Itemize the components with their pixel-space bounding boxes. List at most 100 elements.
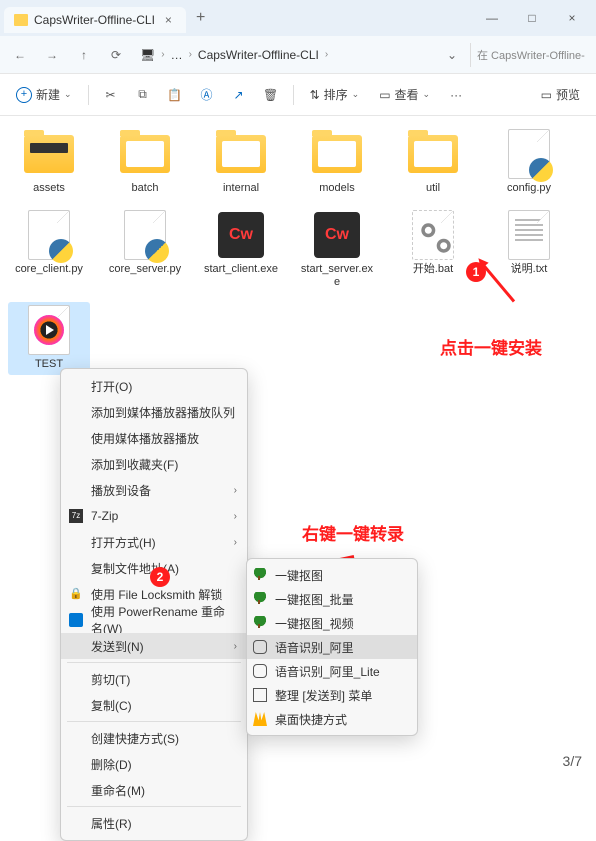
context-menu-item[interactable]: 创建快捷方式(S) <box>61 725 247 751</box>
context-menu-item[interactable]: 重命名(M) <box>61 777 247 803</box>
more-button[interactable]: ··· <box>442 84 470 106</box>
view-button[interactable]: ▭ 查看 ⌄ <box>371 82 438 107</box>
file-item[interactable]: 说明.txt <box>488 207 570 293</box>
breadcrumb-more[interactable]: … <box>171 48 183 62</box>
submenu-item[interactable]: 一键抠图_批量 <box>247 587 417 611</box>
preview-label: 预览 <box>556 86 580 103</box>
menu-label: 创建快捷方式(S) <box>91 730 179 747</box>
forward-button[interactable]: → <box>38 41 66 69</box>
chevron-right-icon: › <box>234 537 237 548</box>
navigation-bar: ← → ↑ ⟳ 🖥 › … › CapsWriter-Offline-CLI ›… <box>0 36 596 74</box>
preview-button[interactable]: ▭ 预览 <box>533 82 588 107</box>
file-icon <box>117 130 173 178</box>
window-tab[interactable]: CapsWriter-Offline-CLI × <box>4 7 186 33</box>
maximize-button[interactable]: □ <box>512 11 552 25</box>
submenu-item[interactable]: 一键抠图 <box>247 563 417 587</box>
context-menu-item[interactable]: 添加到收藏夹(F) <box>61 451 247 477</box>
file-item[interactable]: assets <box>8 126 90 199</box>
annotation-badge-2: 2 <box>150 567 170 587</box>
copy-button[interactable]: ⧉ <box>129 87 157 102</box>
file-item[interactable]: util <box>392 126 474 199</box>
file-label: config.py <box>507 182 551 195</box>
refresh-button[interactable]: ⟳ <box>102 41 130 69</box>
context-menu-item[interactable]: 使用 PowerRename 重命名(W) <box>61 607 247 633</box>
file-icon <box>405 211 461 259</box>
up-button[interactable]: ↑ <box>70 41 98 69</box>
context-menu-item[interactable]: 播放到设备› <box>61 477 247 503</box>
context-menu-item[interactable]: 删除(D) <box>61 751 247 777</box>
file-label: TEST <box>35 358 63 371</box>
close-button[interactable]: × <box>552 11 592 25</box>
breadcrumb-home-icon: 🖥 <box>140 48 155 62</box>
submenu-label: 一键抠图_批量 <box>275 591 354 608</box>
file-icon <box>405 130 461 178</box>
chevron-down-icon: ⌄ <box>64 89 72 100</box>
title-bar: CapsWriter-Offline-CLI × + — □ × <box>0 0 596 36</box>
context-menu: 打开(O) 添加到媒体播放器播放队列使用媒体播放器播放添加到收藏夹(F) 播放到设备… <box>60 368 248 841</box>
submenu-item[interactable]: 语音识别_阿里 <box>247 635 417 659</box>
file-item[interactable]: TEST <box>8 302 90 375</box>
file-item[interactable]: 开始.bat <box>392 207 474 293</box>
file-label: start_server.exe <box>298 263 376 289</box>
file-item[interactable]: core_client.py <box>8 207 90 293</box>
delete-button[interactable]: 🗑 <box>257 88 285 102</box>
file-icon <box>501 130 557 178</box>
mic-icon <box>253 664 267 678</box>
submenu-label: 一键抠图 <box>275 567 323 584</box>
file-icon <box>21 130 77 178</box>
file-label: 说明.txt <box>511 263 548 276</box>
context-menu-item[interactable]: 属性(R) <box>61 810 247 836</box>
context-menu-item[interactable]: 发送到(N)› <box>61 633 247 659</box>
back-button[interactable]: ← <box>6 41 34 69</box>
file-item[interactable]: batch <box>104 126 186 199</box>
context-menu-item[interactable]: 添加到媒体播放器播放队列 <box>61 399 247 425</box>
chevron-right-icon: › <box>234 485 237 496</box>
submenu-item[interactable]: 语音识别_阿里_Lite <box>247 659 417 683</box>
context-menu-item[interactable]: 打开(O) <box>61 373 247 399</box>
menu-label: 使用 PowerRename 重命名(W) <box>91 603 237 637</box>
submenu-label: 一键抠图_视频 <box>275 615 354 632</box>
file-item[interactable]: models <box>296 126 378 199</box>
menu-label: 复制(C) <box>91 697 132 714</box>
new-button[interactable]: + 新建 ⌄ <box>8 82 80 107</box>
breadcrumb-dropdown[interactable]: ⌄ <box>438 41 466 69</box>
context-menu-item[interactable]: 7z7-Zip› <box>61 503 247 529</box>
file-label: start_client.exe <box>204 263 278 276</box>
menu-label: 添加到媒体播放器播放队列 <box>91 404 235 421</box>
tab-title: CapsWriter-Offline-CLI <box>34 13 155 27</box>
menu-label: 添加到收藏夹(F) <box>91 456 178 473</box>
toolbar: + 新建 ⌄ ✂ ⧉ 📋 Ⓐ ↗ 🗑 ⇅ 排序 ⌄ ▭ 查看 ⌄ ··· ▭ 预… <box>0 74 596 116</box>
context-menu-item[interactable]: 打开方式(H)› <box>61 529 247 555</box>
submenu-item[interactable]: 整理 [发送到] 菜单 <box>247 683 417 707</box>
minimize-button[interactable]: — <box>472 11 512 25</box>
file-item[interactable]: internal <box>200 126 282 199</box>
file-icon: Cw <box>213 211 269 259</box>
paste-button[interactable]: 📋 <box>161 88 189 102</box>
file-item[interactable]: Cwstart_server.exe <box>296 207 378 293</box>
share-button[interactable]: ↗ <box>225 88 253 102</box>
breadcrumb[interactable]: 🖥 › … › CapsWriter-Offline-CLI › <box>134 48 434 62</box>
submenu-item[interactable]: 桌面快捷方式 <box>247 707 417 731</box>
breadcrumb-current[interactable]: CapsWriter-Offline-CLI <box>198 48 319 62</box>
sort-button[interactable]: ⇅ 排序 ⌄ <box>302 82 368 107</box>
search-input[interactable]: 在 CapsWriter-Offline- <box>470 43 590 67</box>
submenu-label: 语音识别_阿里_Lite <box>275 663 380 680</box>
submenu-item[interactable]: 一键抠图_视频 <box>247 611 417 635</box>
file-item[interactable]: Cw start_client.exe <box>200 207 282 293</box>
file-label: util <box>426 182 440 195</box>
cut-button[interactable]: ✂ <box>97 88 125 102</box>
file-label: assets <box>33 182 65 195</box>
sendto-submenu: 一键抠图一键抠图_批量一键抠图_视频语音识别_阿里语音识别_阿里_Lite 整理 … <box>246 558 418 736</box>
menu-label: 剪切(T) <box>91 671 130 688</box>
new-tab-button[interactable]: + <box>186 9 215 27</box>
context-menu-item[interactable]: 剪切(T) <box>61 666 247 692</box>
rename-button[interactable]: Ⓐ <box>193 86 221 103</box>
view-label: 查看 <box>395 86 419 103</box>
view-icon: ▭ <box>379 88 390 102</box>
menu-label: 发送到(N) <box>91 638 144 655</box>
tab-close-button[interactable]: × <box>161 13 176 27</box>
context-menu-item[interactable]: 复制(C) <box>61 692 247 718</box>
file-item[interactable]: core_server.py <box>104 207 186 293</box>
context-menu-item[interactable]: 使用媒体播放器播放 <box>61 425 247 451</box>
file-item[interactable]: config.py <box>488 126 570 199</box>
